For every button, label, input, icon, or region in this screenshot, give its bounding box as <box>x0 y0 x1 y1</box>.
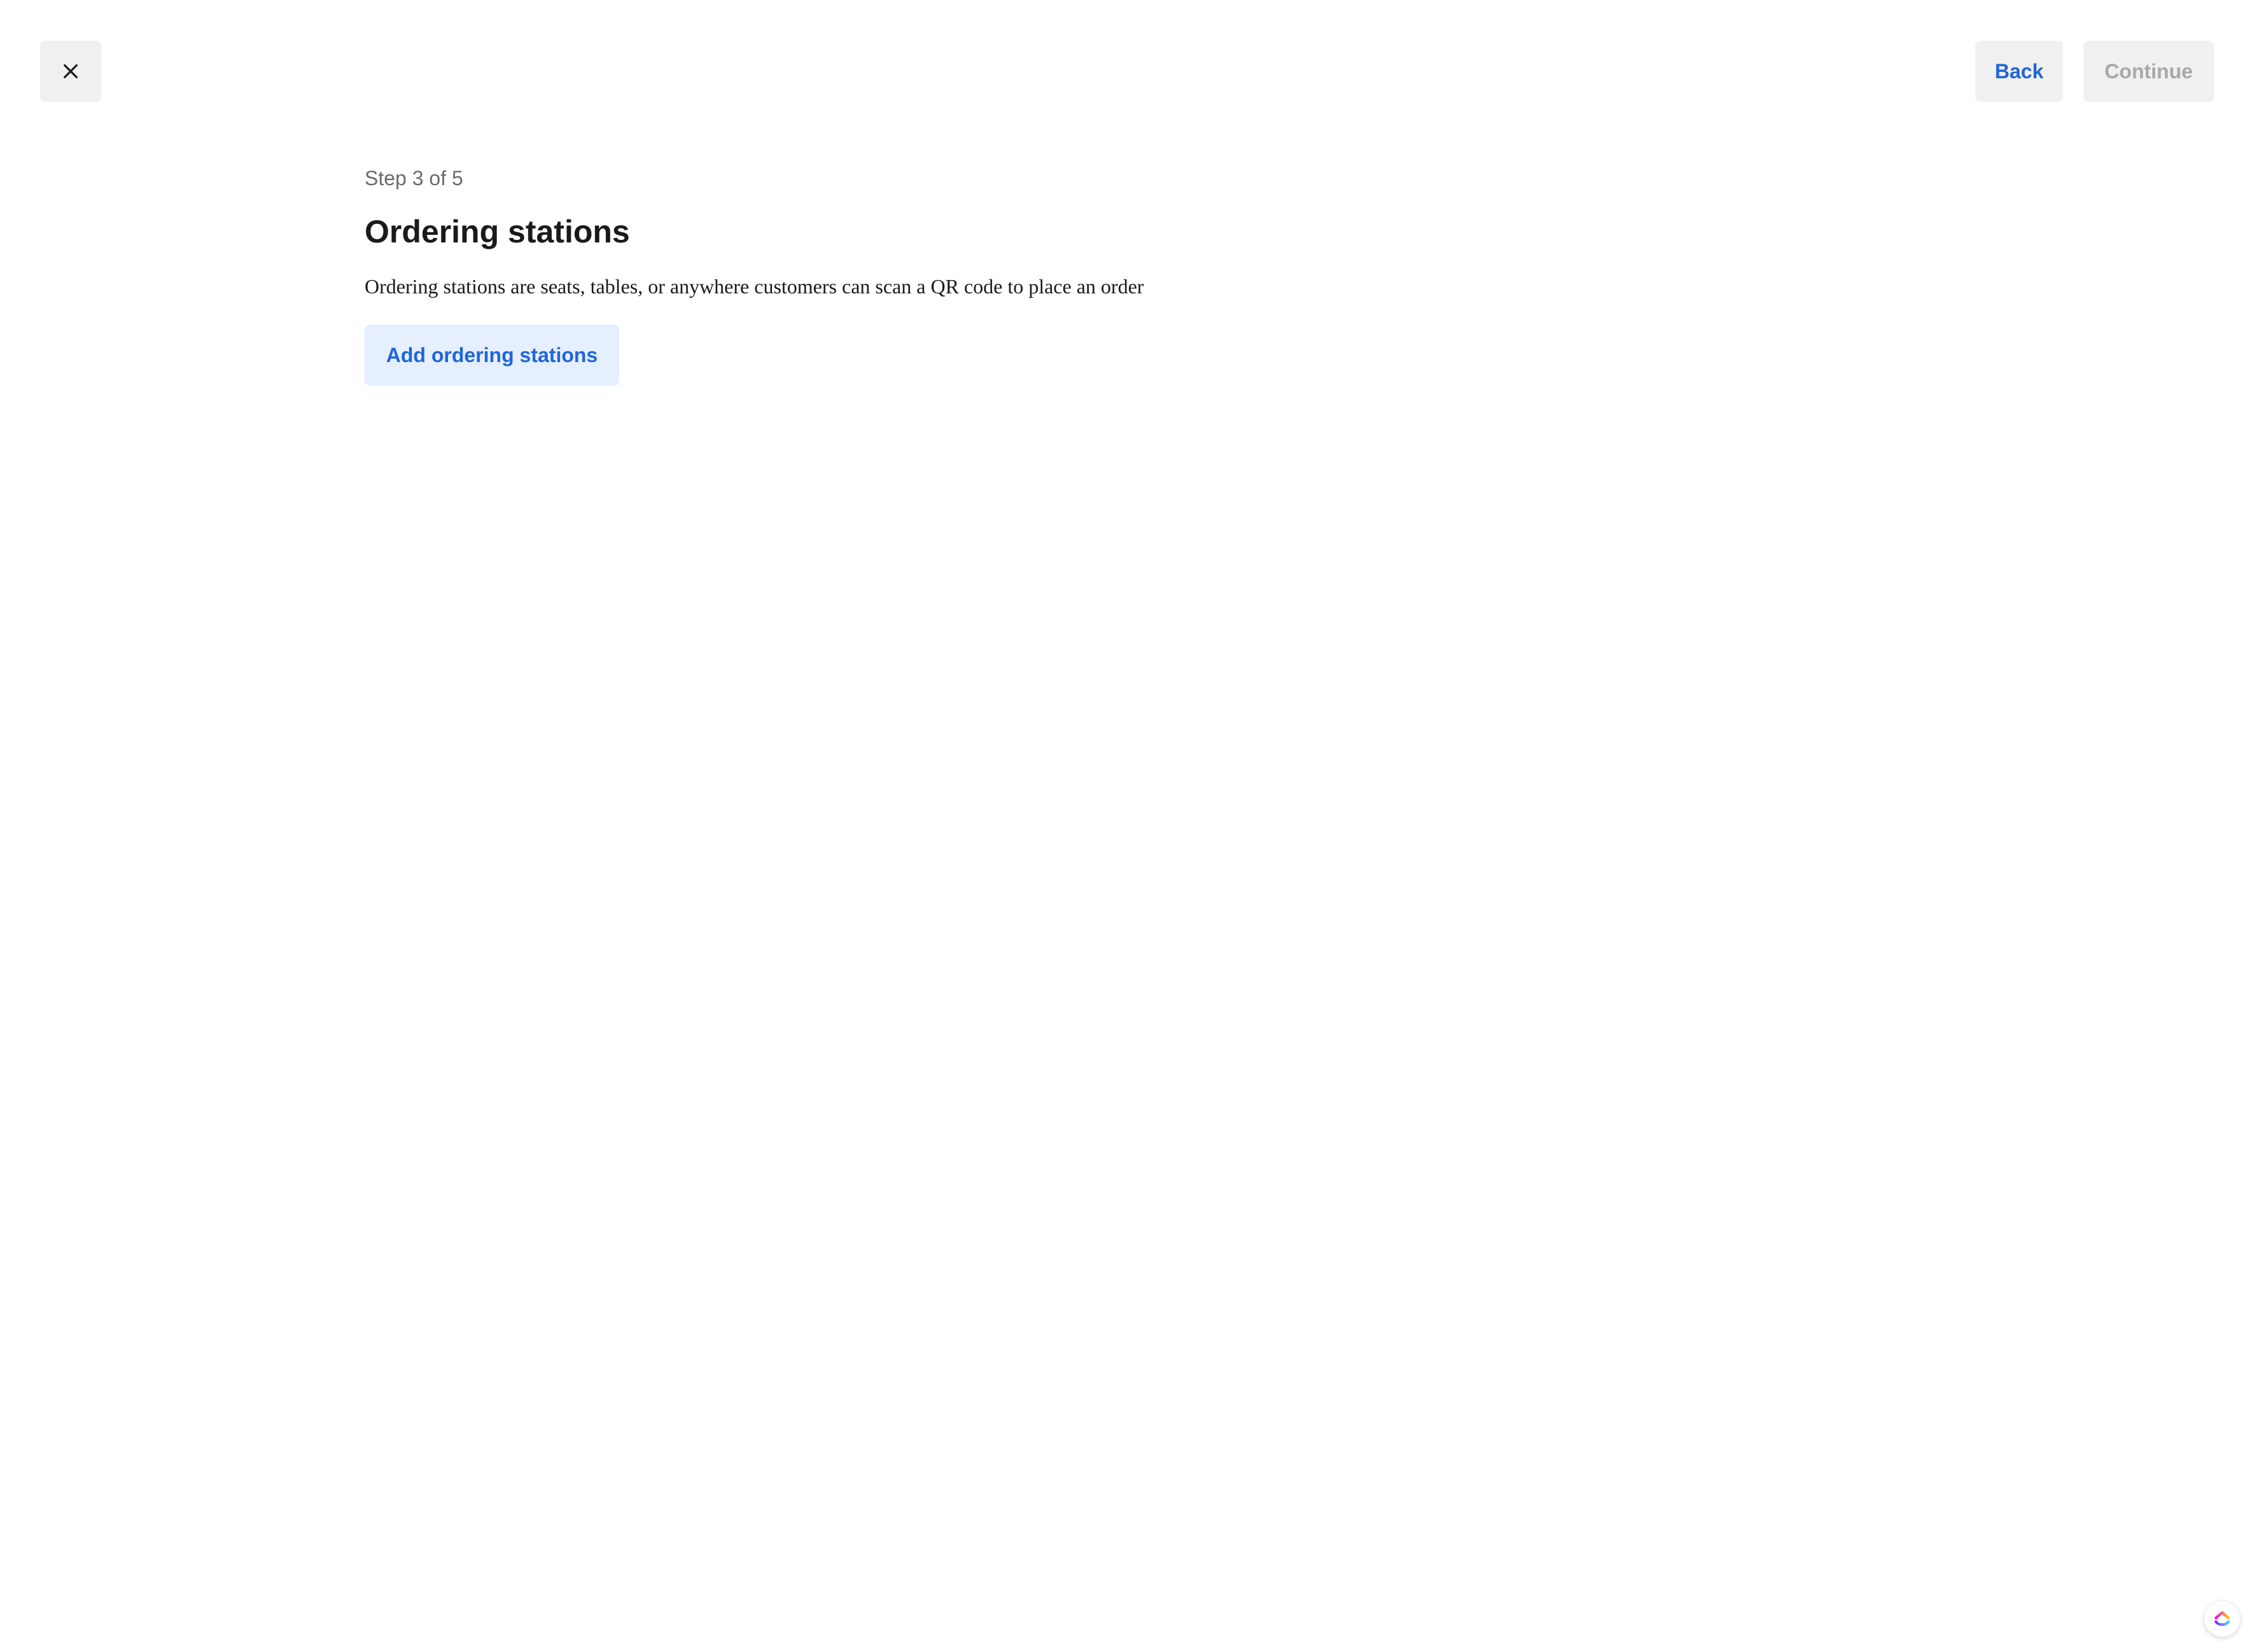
close-icon <box>60 61 81 81</box>
header-actions: Back Continue <box>1975 41 2214 102</box>
close-button[interactable] <box>40 41 101 102</box>
help-widget-button[interactable] <box>2204 1601 2240 1637</box>
continue-button[interactable]: Continue <box>2083 41 2214 102</box>
page-title: Ordering stations <box>365 214 630 249</box>
clickup-logo-icon <box>2211 1608 2233 1630</box>
step-indicator: Step 3 of 5 <box>365 167 463 190</box>
page-description: Ordering stations are seats, tables, or … <box>365 275 1144 298</box>
back-button[interactable]: Back <box>1975 41 2063 102</box>
add-ordering-stations-button[interactable]: Add ordering stations <box>365 325 619 386</box>
main-content: Step 3 of 5 Ordering stations Ordering s… <box>365 163 1144 386</box>
